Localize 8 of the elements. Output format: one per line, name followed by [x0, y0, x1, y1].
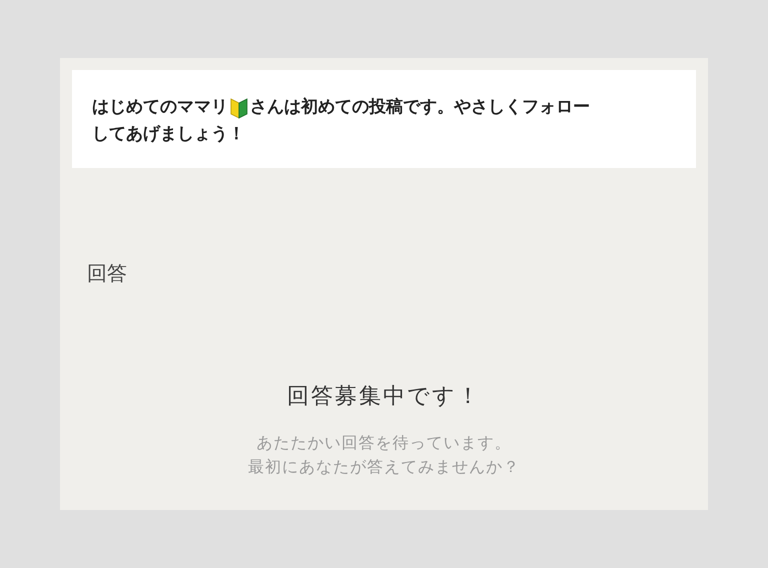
answers-heading: 回答 [87, 260, 127, 287]
user-name: はじめてのママリ [92, 96, 228, 119]
notice-message: さんは初めての投稿です。やさしくフォロー [250, 96, 590, 119]
notice-message: してあげましょう！ [92, 123, 245, 146]
empty-title: 回答募集中です！ [287, 383, 481, 411]
empty-message: あたたかい回答を待っています。 [256, 432, 512, 454]
empty-message: 最初にあなたが答えてみませんか？ [248, 456, 520, 478]
beginner-mark-icon [230, 96, 248, 118]
